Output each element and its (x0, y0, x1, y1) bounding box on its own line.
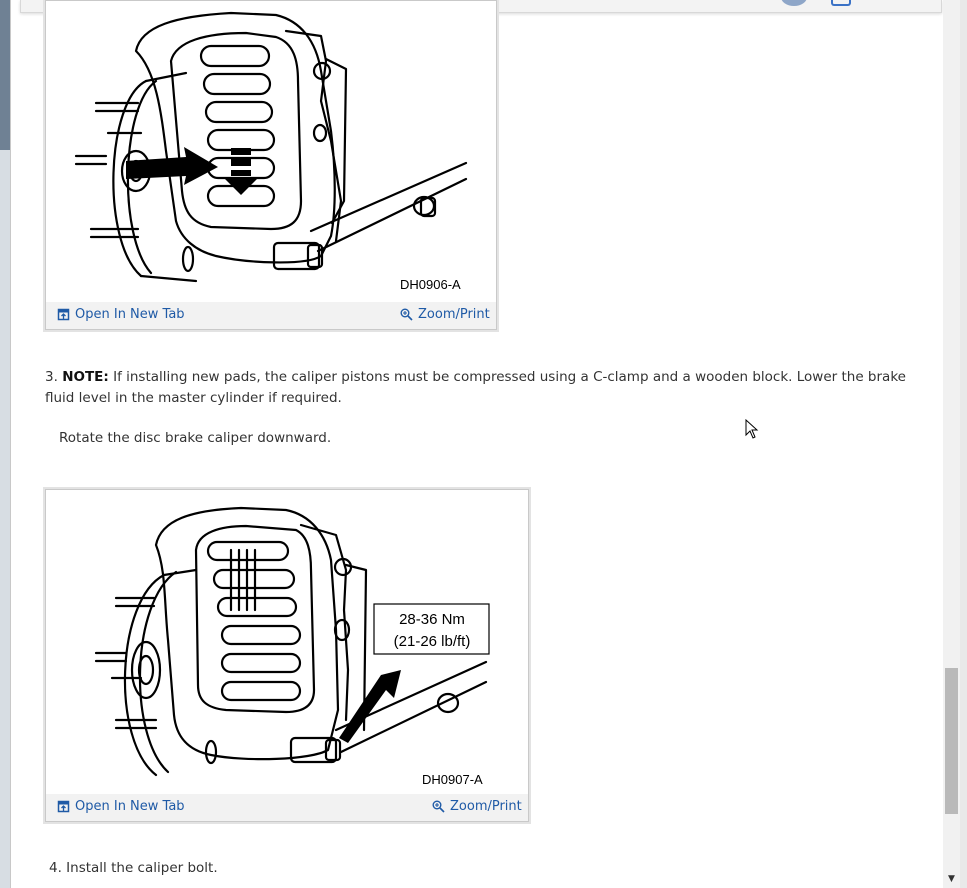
open-in-new-tab-link-1[interactable]: Open In New Tab (57, 307, 185, 322)
zoom-print-link-2[interactable]: Zoom/Print (432, 799, 522, 814)
zoom-icon (432, 800, 445, 813)
open-in-new-tab-link-2[interactable]: Open In New Tab (57, 799, 185, 814)
toolbar-icon[interactable] (831, 0, 851, 6)
open-new-tab-icon (57, 308, 70, 321)
step-3-note: 3. NOTE: If installing new pads, the cal… (45, 367, 925, 409)
figure-dh0906: DH0906-A Open In New Tab Zoom/Print (45, 0, 497, 330)
open-in-new-tab-label: Open In New Tab (75, 307, 185, 322)
step-3-number: 3. (45, 369, 58, 385)
figure-footer-2: Open In New Tab Zoom/Print (46, 794, 528, 821)
torque-lbft: (21-26 lb/ft) (394, 633, 471, 650)
zoom-print-label: Zoom/Print (450, 799, 522, 814)
scrollbar-thumb[interactable] (945, 668, 958, 814)
note-label: NOTE: (62, 369, 109, 385)
note-text: If installing new pads, the caliper pist… (45, 369, 906, 406)
figure-footer-1: Open In New Tab Zoom/Print (46, 302, 496, 329)
torque-nm: 28-36 Nm (399, 611, 465, 628)
open-new-tab-icon (57, 800, 70, 813)
avatar[interactable] (781, 0, 807, 6)
window-edge (960, 0, 967, 888)
zoom-icon (400, 308, 413, 321)
zoom-print-link-1[interactable]: Zoom/Print (400, 307, 490, 322)
brake-caliper-diagram-2: 28-36 Nm (21-26 lb/ft) DH0907-A (94, 506, 490, 787)
step-4: 4. Install the caliper bolt. (49, 860, 218, 876)
brake-caliper-diagram-1: DH0906-A (74, 11, 468, 292)
background-panel-light (0, 150, 10, 888)
figure-code-1: DH0906-A (400, 277, 461, 292)
scroll-down-arrow-icon[interactable]: ▼ (943, 870, 960, 888)
figure-code-2: DH0907-A (422, 772, 483, 787)
mouse-cursor-icon (745, 419, 759, 439)
zoom-print-label: Zoom/Print (418, 307, 490, 322)
step-3-action: Rotate the disc brake caliper downward. (59, 430, 332, 446)
open-in-new-tab-label: Open In New Tab (75, 799, 185, 814)
figure-dh0907: 28-36 Nm (21-26 lb/ft) DH0907-A Open In … (45, 489, 529, 822)
